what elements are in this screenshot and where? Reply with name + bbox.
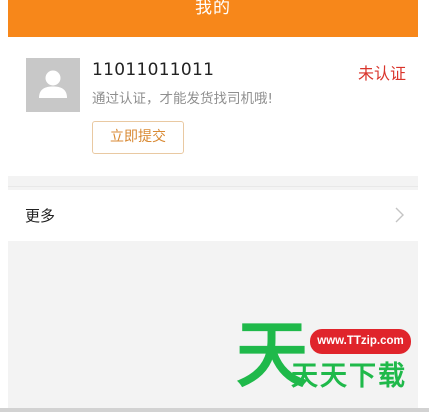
- verification-hint: 通过认证，才能发货找司机哦!: [92, 91, 273, 107]
- bottom-edge: [0, 408, 429, 412]
- verification-status: 未认证: [357, 64, 406, 83]
- profile-card: 11011011011 通过认证，才能发货找司机哦! 未认证 立即提交: [8, 37, 418, 176]
- screen: 我的 11011011011 通过认证，才能发货找司机哦! 未认证 立即提交 更…: [0, 0, 429, 412]
- more-label: 更多: [25, 207, 56, 225]
- watermark-logo: 天 www.TTzip.com 天天下载: [236, 313, 416, 398]
- top-bar: 我的: [8, 0, 418, 37]
- watermark-url: www.TTzip.com: [310, 329, 411, 354]
- user-silhouette-icon: [26, 58, 80, 112]
- submit-verification-button[interactable]: 立即提交: [92, 121, 184, 154]
- watermark-text: 天天下载: [291, 361, 407, 392]
- divider: [8, 186, 418, 187]
- chevron-right-icon: [395, 207, 404, 223]
- phone-number: 11011011011: [92, 60, 215, 80]
- page-title: 我的: [195, 0, 231, 18]
- menu-item-more[interactable]: 更多: [8, 190, 418, 241]
